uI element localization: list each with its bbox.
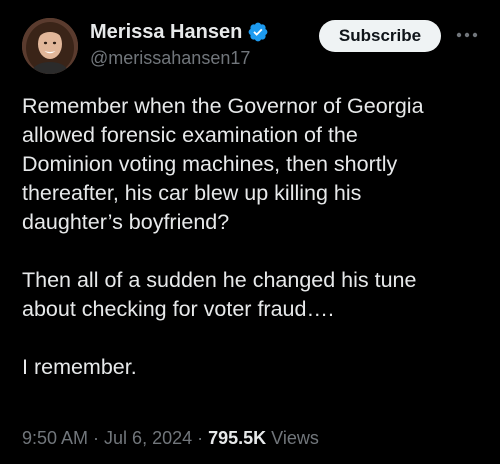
author-handle[interactable]: @merissahansen17 [90, 48, 250, 69]
tweet-line: Then all of a sudden he changed his tune [22, 268, 417, 292]
views-label: Views [271, 428, 319, 448]
avatar[interactable] [22, 18, 78, 74]
profile-photo-icon [22, 18, 78, 74]
tweet-line: about checking for voter fraud…. [22, 297, 334, 321]
tweet-line: I remember. [22, 355, 137, 379]
tweet-line: Remember when the Governor of Georgia [22, 94, 424, 118]
author-name-row: Merissa Hansen [90, 19, 269, 45]
post-date[interactable]: Jul 6, 2024 [104, 428, 192, 449]
meta-separator: · [93, 428, 100, 448]
tweet-line: allowed forensic examination of the [22, 123, 358, 147]
meta-separator: · [197, 428, 204, 448]
views-count[interactable]: 795.5K [208, 428, 266, 449]
tweet-line: Dominion voting machines, then shortly [22, 152, 398, 176]
tweet-line: daughter’s boyfriend? [22, 210, 230, 234]
verified-badge-icon[interactable] [247, 21, 269, 43]
tweet-text: Remember when the Governor of Georgia al… [22, 92, 488, 382]
subscribe-button[interactable]: Subscribe [319, 20, 441, 52]
tweet-meta: 9:50 AM · Jul 6, 2024 · 795.5K Views [22, 428, 319, 449]
post-time[interactable]: 9:50 AM [22, 428, 88, 449]
more-horizontal-icon[interactable] [452, 22, 482, 48]
tweet-line: thereafter, his car blew up killing his [22, 181, 362, 205]
display-name[interactable]: Merissa Hansen [90, 21, 242, 44]
tweet-card: Merissa Hansen @merissahansen17 Subscrib… [0, 0, 500, 464]
